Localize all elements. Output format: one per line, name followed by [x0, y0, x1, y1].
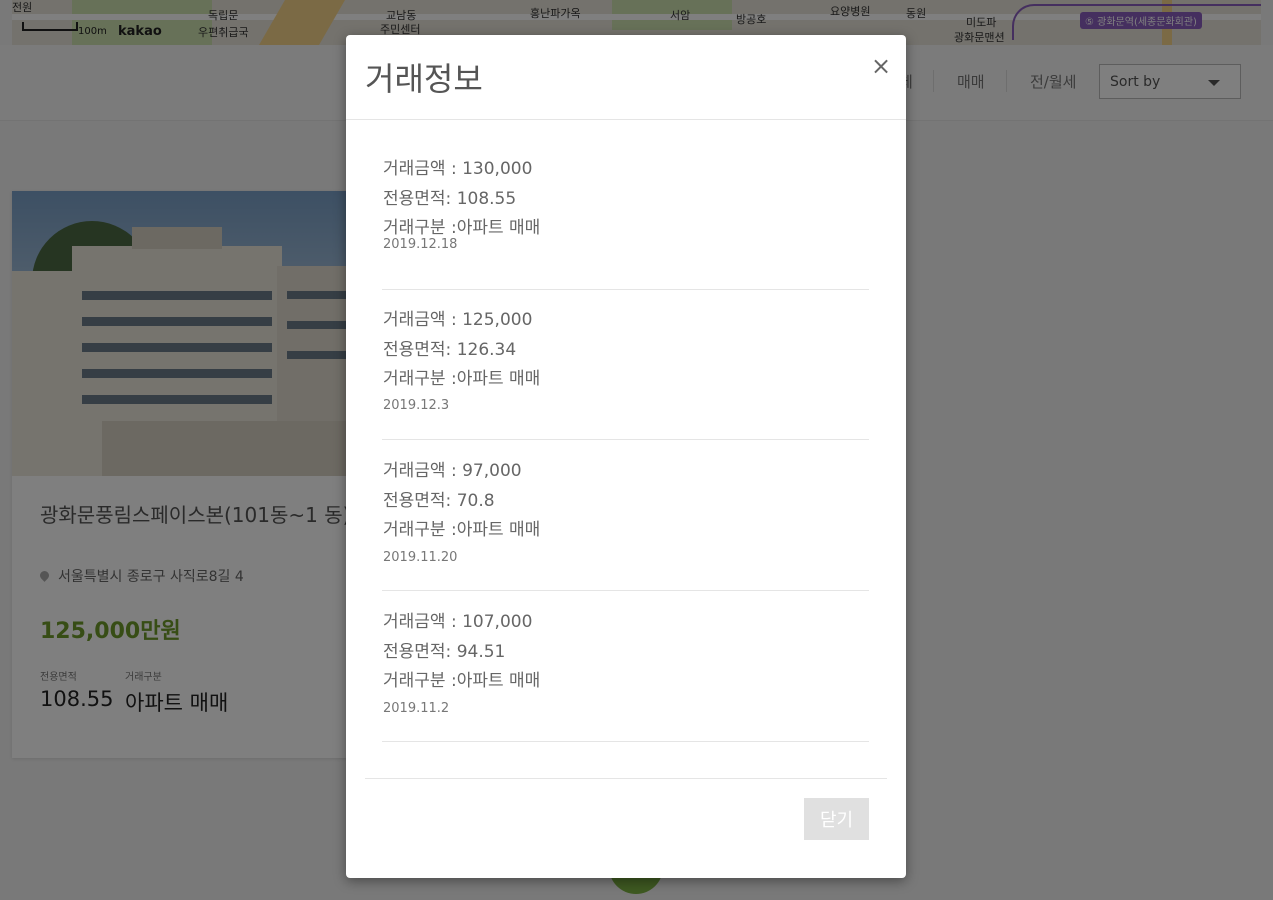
deal-item: 거래금액 : 97,000 전용면적: 70.8 거래구분 :아파트 매매 20…: [382, 440, 869, 591]
deal-item: 거래금액 : 130,000 전용면적: 108.55 거래구분 :아파트 매매…: [382, 139, 869, 290]
deal-date: 2019.11.2: [383, 701, 450, 716]
deal-price: 거래금액 : 107,000: [383, 612, 533, 632]
deal-price: 거래금액 : 130,000: [383, 159, 533, 179]
deal-price: 거래금액 : 97,000: [383, 461, 522, 481]
close-icon[interactable]: ×: [871, 54, 891, 78]
modal-title: 거래정보: [365, 60, 483, 98]
deal-area: 전용면적: 70.8: [383, 491, 495, 511]
modal-footer-divider: [365, 778, 887, 779]
deal-type: 거래구분 :아파트 매매: [383, 520, 541, 540]
deal-price: 거래금액 : 125,000: [383, 310, 533, 330]
deal-area: 전용면적: 108.55: [383, 189, 517, 209]
deal-date: 2019.11.20: [383, 550, 458, 565]
deal-type: 거래구분 :아파트 매매: [383, 369, 541, 389]
deal-date: 2019.12.18: [383, 237, 458, 252]
deal-type: 거래구분 :아파트 매매: [383, 671, 541, 691]
deal-date: 2019.12.3: [383, 398, 450, 413]
deal-type: 거래구분 :아파트 매매: [383, 218, 541, 238]
modal-header: 거래정보 ×: [346, 35, 906, 120]
deal-info-modal: 거래정보 × 거래금액 : 130,000 전용면적: 108.55 거래구분 …: [346, 35, 906, 878]
close-button[interactable]: 닫기: [804, 798, 869, 840]
deal-item: 거래금액 : 107,000 전용면적: 94.51 거래구분 :아파트 매매 …: [382, 591, 869, 742]
deal-area: 전용면적: 94.51: [383, 642, 506, 662]
deal-item: 거래금액 : 125,000 전용면적: 126.34 거래구분 :아파트 매매…: [382, 289, 869, 440]
deal-area: 전용면적: 126.34: [383, 340, 517, 360]
